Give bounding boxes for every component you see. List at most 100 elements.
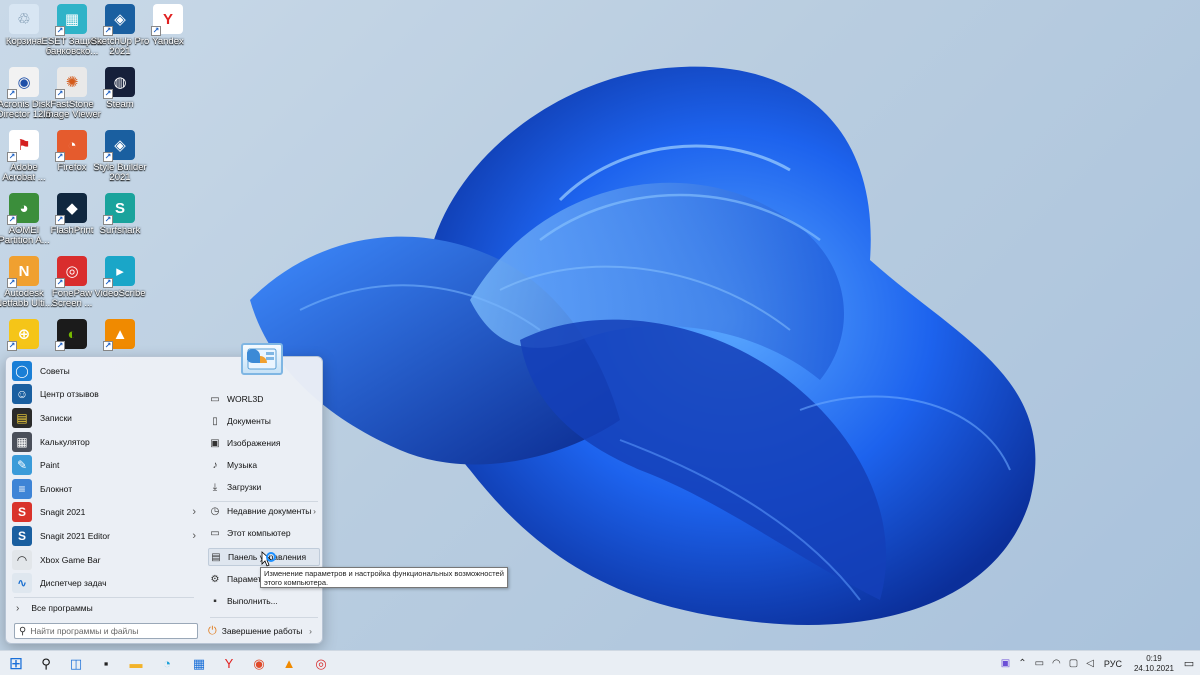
start-place-item[interactable]: ▭ WORL3D <box>208 390 320 408</box>
network-icon[interactable]: ▢ <box>1069 658 1078 669</box>
chevron-right-icon[interactable]: › <box>309 626 312 636</box>
start-place-item[interactable]: ▯ Документы <box>208 412 320 430</box>
shortcut-arrow-icon: ↗ <box>55 152 65 162</box>
snagit-icon: S <box>12 502 32 523</box>
chevron-right-icon[interactable]: › <box>192 530 196 542</box>
search-button[interactable]: ⚲ <box>36 654 56 673</box>
chrome-button[interactable]: ◉ <box>249 654 269 673</box>
vlc-button[interactable]: ▲ <box>279 654 299 673</box>
start-place-item[interactable]: ▪ Выполнить... <box>208 592 320 610</box>
start-menu: ◯ Советы ☺ Центр отзывов ▤ Записки ▦ Калькулято… <box>5 343 323 645</box>
volume-icon[interactable]: ◁ <box>1086 658 1094 669</box>
start-place-item[interactable]: ♪ Музыка <box>208 456 320 474</box>
documents-icon: ▯ <box>212 415 218 427</box>
start-place-label: Загрузки <box>227 482 262 492</box>
fonepaw-button[interactable]: ◎ <box>311 654 331 673</box>
desktop-shortcut[interactable]: ◈ ↗ Style Builder 2021 <box>89 130 151 190</box>
fonepaw-icon: ◎ ↗ <box>55 256 87 288</box>
shortcut-arrow-icon: ↗ <box>7 341 17 351</box>
faststone-icon: ✺ ↗ <box>55 67 87 99</box>
start-app-item[interactable]: ☺ Центр отзывов <box>6 383 202 407</box>
start-place-item[interactable]: ◷ Недавние документы › <box>208 502 320 520</box>
all-programs-item[interactable]: › Все программы <box>6 599 202 617</box>
battery-icon[interactable]: ▭ <box>1035 658 1044 669</box>
shutdown-button[interactable]: ⏻ Завершение работы › <box>208 623 316 639</box>
task-manager-icon: ∿ <box>12 573 32 594</box>
start-place-item[interactable]: ▭ Этот компьютер <box>208 524 320 542</box>
paint-icon: ✎ <box>12 455 32 476</box>
acronis-icon: ◉ ↗ <box>7 67 39 99</box>
store-button[interactable]: ▦ <box>189 654 209 673</box>
eset-banking-icon: ▦ ↗ <box>55 4 87 36</box>
start-place-item[interactable]: ▣ Изображения <box>208 434 320 452</box>
edge-button[interactable]: ◔ <box>157 654 177 673</box>
feedback-hub-icon: ☺ <box>12 384 32 405</box>
tips-icon: ◯ <box>12 360 32 381</box>
steam-icon: ◍ ↗ <box>103 67 135 99</box>
start-place-label: Недавние документы <box>227 506 312 516</box>
start-app-item[interactable]: S Snagit 2021 Editor › <box>6 524 202 548</box>
start-app-label: Диспетчер задач <box>40 578 107 589</box>
file-explorer-button[interactable]: ▬ <box>126 654 146 673</box>
chevron-up-icon[interactable]: ⌃ <box>1018 658 1026 669</box>
wifi-icon[interactable]: ◠ <box>1052 658 1061 669</box>
shortcut-arrow-icon: ↗ <box>55 89 65 99</box>
start-app-item[interactable]: ▦ Калькулятор <box>6 430 202 454</box>
desktop-shortcut[interactable]: ▸ ↗ VideoScribe <box>89 256 151 316</box>
start-app-item[interactable]: ▤ Записки <box>6 406 202 430</box>
settings-icon: ⚙ <box>210 573 220 585</box>
start-place-item[interactable]: ⤓ Загрузки <box>208 478 320 496</box>
chevron-right-icon[interactable]: › <box>313 506 316 516</box>
notification-icon[interactable]: ▭ <box>1184 651 1194 675</box>
desktop-shortcut[interactable]: ◍ ↗ Steam <box>89 67 151 127</box>
places-divider <box>210 501 318 502</box>
videoscribe-icon: ▸ ↗ <box>103 256 135 288</box>
start-app-item[interactable]: ∿ Диспетчер задач <box>6 571 202 595</box>
start-app-item[interactable]: S Snagit 2021 › <box>6 501 202 525</box>
shortcut-arrow-icon: ↗ <box>103 278 113 288</box>
chevron-right-icon[interactable]: › <box>192 506 196 518</box>
surfshark-icon: S ↗ <box>103 193 135 225</box>
task-view-icon: ◫ <box>69 655 83 671</box>
chevron-right-icon: › <box>16 602 20 614</box>
recent-documents-icon: ◷ <box>210 505 220 517</box>
start-app-item[interactable]: ✎ Paint <box>6 453 202 477</box>
desktop-shortcut[interactable]: Y ↗ Yandex <box>137 4 199 64</box>
edge-icon: ◔ <box>163 656 171 671</box>
start-search-input[interactable]: ⚲ Найти программы и файлы <box>14 623 198 639</box>
shortcut-arrow-icon: ↗ <box>55 26 65 36</box>
xbox-game-bar-icon: ◠ <box>12 549 32 570</box>
search-icon: ⚲ <box>41 655 51 671</box>
calculator-icon: ▦ <box>12 431 32 452</box>
run-icon: ▪ <box>213 595 217 607</box>
start-button[interactable]: ⊞ <box>6 654 26 673</box>
start-place-label: Документы <box>227 416 271 426</box>
yandex-button[interactable]: Y <box>219 654 239 673</box>
desktop-shortcut[interactable]: S ↗ Surfshark <box>89 193 151 253</box>
start-app-item[interactable]: ◠ Xbox Game Bar <box>6 548 202 572</box>
start-menu-places: ▭ WORL3D ▯ Документы ▣ Изображения ♪ Музыка ⤓ Заг… <box>204 343 322 645</box>
system-tray: ▣ ⌃ ▭ ◠ ▢ ◁ РУС 0:19 24.10.2021 ▭ <box>997 651 1200 675</box>
user-picture[interactable] <box>241 343 283 375</box>
language-indicator[interactable]: РУС <box>1104 659 1122 669</box>
desktop-icon: ▪ <box>103 656 109 671</box>
desktop-button[interactable]: ▪ <box>96 654 116 673</box>
start-app-item[interactable]: ≡ Блокнот <box>6 477 202 501</box>
downloads-icon: ⤓ <box>212 481 218 493</box>
taskbar: ⊞ ⚲ ◫ ▪ ▬ ◔ ▦ Y ◉ ▲ ◎ ▣ ⌃ ▭ ◠ ▢ ◁ РУС 0:19 24.10.2… <box>0 650 1200 675</box>
desktop-shortcut-label: Style Builder 2021 <box>93 163 147 183</box>
start-place-label: WORL3D <box>227 394 264 404</box>
clock[interactable]: 0:19 24.10.2021 <box>1134 654 1174 674</box>
shortcut-arrow-icon: ↗ <box>7 215 17 225</box>
shortcut-arrow-icon: ↗ <box>7 89 17 99</box>
start-app-label: Советы <box>40 365 70 376</box>
meet-now-icon[interactable]: ▣ <box>1001 658 1010 669</box>
start-app-item[interactable]: ◯ Советы <box>6 359 202 383</box>
start-app-label: Snagit 2021 Editor <box>40 530 110 541</box>
start-app-label: Записки <box>40 412 72 423</box>
shortcut-arrow-icon: ↗ <box>103 341 113 351</box>
start-app-label: Xbox Game Bar <box>40 554 101 565</box>
places-divider <box>210 617 318 618</box>
task-view-button[interactable]: ◫ <box>66 654 86 673</box>
start-place-label: Выполнить... <box>227 596 278 606</box>
